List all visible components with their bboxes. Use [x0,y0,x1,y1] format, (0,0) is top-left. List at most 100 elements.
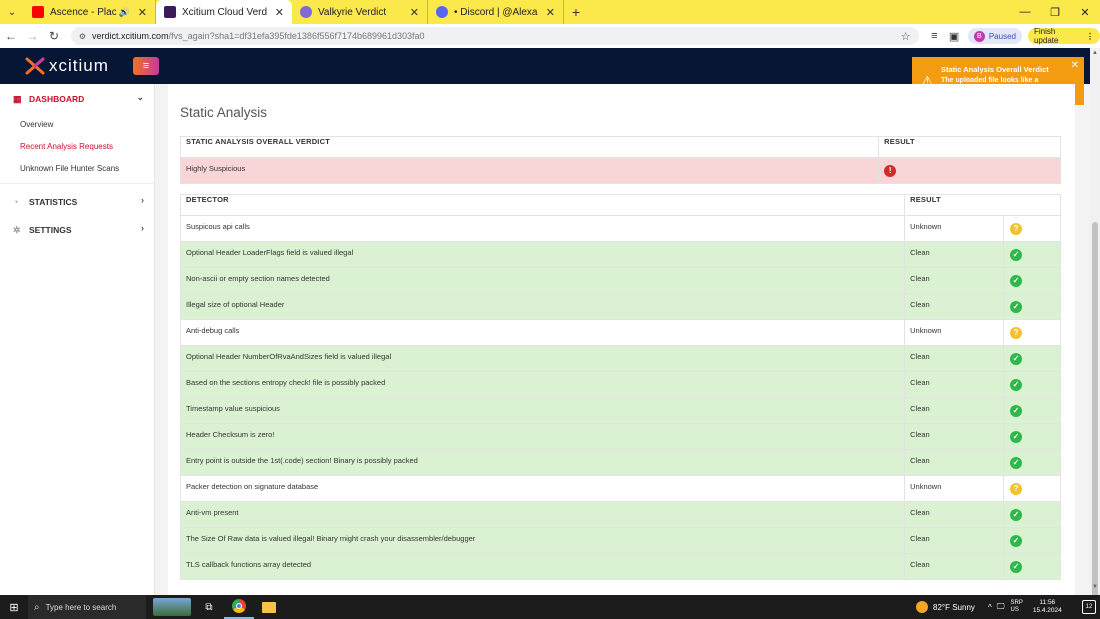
new-tab-button[interactable]: + [564,0,588,24]
table-row: Highly Suspicious ! [179,157,1061,184]
weather-widget[interactable]: 82°F Sunny [916,595,975,619]
windows-start-icon[interactable]: ⊞ [0,601,28,614]
notifications-icon[interactable]: 12 [1082,600,1096,614]
news-widget-icon[interactable] [150,595,194,619]
sidebar-item-label: STATISTICS [29,197,78,207]
taskbar-search-input[interactable]: ⌕ Type here to search [28,595,146,619]
close-tab-icon[interactable]: ✕ [546,6,555,19]
chevron-right-icon: › [141,195,144,205]
profile-button[interactable]: B Paused [967,28,1022,44]
language-indicator[interactable]: SRP US [1010,600,1022,614]
detector-cell: Suspicous api calls [179,215,906,242]
column-header: RESULT [904,194,1061,216]
restore-icon[interactable]: ❐ [1040,0,1070,24]
site-settings-icon[interactable]: ⚙ [79,32,86,41]
tab-search-button[interactable]: ⌄ [0,0,24,24]
scrollbar-thumb[interactable] [1092,222,1098,612]
address-bar[interactable]: ⚙ verdict.xcitium.com/fvs_again?sha1=df3… [70,27,919,45]
table-row: Non-ascii or empty section names detecte… [179,267,1061,294]
menu-toggle-button[interactable]: ≡ [132,57,159,75]
side-panel-icon[interactable]: ▣ [944,25,964,47]
column-header: RESULT [878,136,1061,158]
taskbar-search-placeholder: Type here to search [45,602,117,612]
table-row: Packer detection on signature database Un… [179,475,1061,502]
avatar: B [973,30,985,42]
detector-cell: Optional Header NumberOfRvaAndSizes fiel… [179,345,906,372]
media-controls-icon[interactable]: ≡ [925,25,945,47]
browser-tab-strip: ⌄ Ascence - Places Like That | 🔊 ✕ Xciti… [0,0,1100,24]
page-scrollbar[interactable]: ▲ ▼ [1090,48,1100,612]
main-content: Static Analysis STATIC ANALYSIS OVERALL … [168,84,1075,595]
clock[interactable]: 11:56 15.4.2024 [1033,599,1062,615]
check-circle-icon: ✓ [1010,249,1023,261]
table-row: The Size Of Raw data is valued illegal! … [179,527,1061,554]
tab-title: Ascence - Places Like That | [50,6,116,18]
detector-table: DETECTOR RESULT Suspicous api calls Unkno… [179,194,1061,580]
sidebar: ▦ DASHBOARD ⌄ Overview Recent Analysis R… [0,84,155,595]
result-cell: Clean [904,397,1005,424]
check-circle-icon: ✓ [1010,535,1023,547]
sidebar-item-overview[interactable]: Overview [0,113,154,135]
scroll-down-icon[interactable]: ▼ [1092,584,1098,590]
url-host: verdict.xcitium.com [92,31,169,41]
profile-status: Paused [988,31,1016,41]
browser-tab-valkyrie[interactable]: Valkyrie Verdict ✕ [292,0,428,24]
lang-top: SRP [1010,600,1023,606]
weather-text: 82°F Sunny [933,602,975,612]
question-circle-icon: ? [1010,223,1023,235]
table-row: TLS callback functions array detected Cle… [179,553,1061,580]
detector-cell: Anti-vm present [179,501,906,528]
chrome-icon[interactable] [224,595,254,619]
close-tab-icon[interactable]: ✕ [275,6,284,19]
statistics-icon: ◔ [13,197,19,207]
discord-icon [436,6,448,18]
result-cell: Unknown [904,319,1005,346]
alert-icon: ! [884,165,897,177]
audio-icon[interactable]: 🔊 [119,7,130,18]
tray-chevron-icon[interactable]: ^ [988,603,992,612]
result-cell: Clean [904,345,1005,372]
bookmark-star-icon[interactable]: ☆ [901,30,911,43]
browser-tab-ascence[interactable]: Ascence - Places Like That | 🔊 ✕ [24,0,156,24]
network-icon[interactable]: 🖵 [997,602,1005,612]
browser-tab-discord[interactable]: • Discord | @Alexander R. Broo ✕ [428,0,564,24]
sidebar-item-settings[interactable]: ✲ SETTINGS › [0,216,154,244]
chevron-down-icon: ⌄ [136,92,144,102]
forward-icon[interactable]: → [22,25,44,47]
check-circle-icon: ✓ [1010,353,1023,365]
sidebar-item-statistics[interactable]: ◔ STATISTICS › [0,188,154,216]
sidebar-item-unknown-file-hunter-scans[interactable]: Unknown File Hunter Scans [0,157,154,179]
check-circle-icon: ✓ [1010,431,1023,443]
detector-cell: Optional Header LoaderFlags field is val… [179,241,906,268]
back-icon[interactable]: ← [0,25,22,47]
file-explorer-icon[interactable] [254,595,284,619]
detector-cell: Anti-debug calls [179,319,906,346]
task-view-icon[interactable]: ⧉ [194,595,224,619]
finish-update-button[interactable]: Finish update ⋮ [1027,27,1100,45]
clock-time: 11:56 [1039,599,1056,606]
table-row: Timestamp value suspicious Clean ✓ [179,397,1061,424]
xcitium-logo[interactable]: xcitium [25,56,109,76]
gear-icon: ✲ [13,224,21,235]
result-cell: Clean [904,553,1005,580]
verdict-table: STATIC ANALYSIS OVERALL VERDICT RESULT H… [179,136,1061,184]
table-row: Anti-vm present Clean ✓ [179,501,1061,528]
scroll-up-icon[interactable]: ▲ [1092,50,1098,56]
table-row: Anti-debug calls Unknown? [179,319,1061,346]
status-cell: ? [1003,319,1061,346]
table-row: Entry point is outside the 1st(.code) se… [179,449,1061,476]
detector-cell: Illegal size of optional Header [179,293,906,320]
sidebar-item-dashboard[interactable]: ▦ DASHBOARD ⌄ [0,85,154,113]
close-tab-icon[interactable]: ✕ [410,6,419,19]
result-cell: Clean [904,267,1005,294]
browser-tab-xcitium[interactable]: Xcitium Cloud Verdict ✕ [156,0,292,24]
status-cell: ✓ [1003,371,1061,398]
minimize-icon[interactable]: — [1010,0,1040,24]
reload-icon[interactable]: ↻ [43,25,65,47]
close-toast-icon[interactable]: ✕ [1071,60,1079,71]
close-window-icon[interactable]: ✕ [1070,0,1100,24]
grid-icon: ▦ [13,93,22,104]
sidebar-item-recent-analysis-requests[interactable]: Recent Analysis Requests [0,135,154,157]
close-tab-icon[interactable]: ✕ [138,6,147,19]
table-row: Header Checksum is zero! Clean ✓ [179,423,1061,450]
